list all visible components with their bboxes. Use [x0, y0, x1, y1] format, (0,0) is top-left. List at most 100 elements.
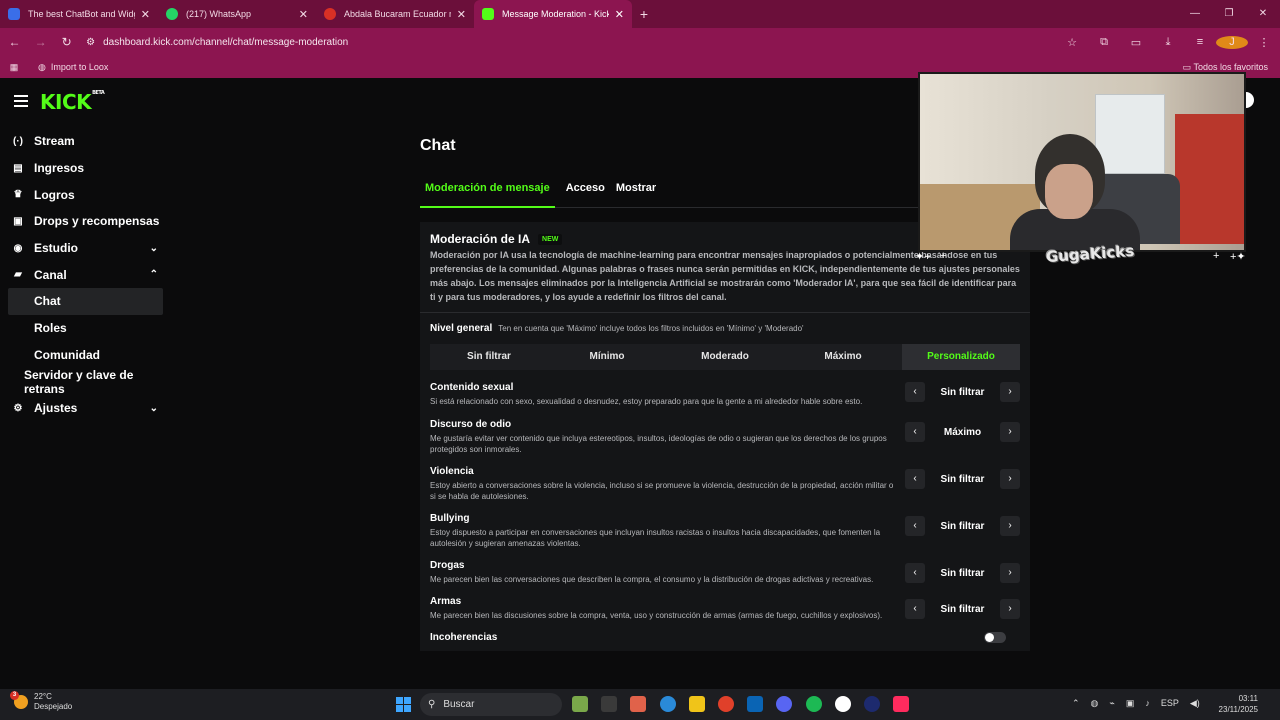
chevron-right-icon[interactable]: ›: [1000, 599, 1020, 619]
sidebar-item-logros[interactable]: ♛ Logros: [0, 181, 170, 208]
level-stepper: ‹ Sin filtrar ›: [905, 469, 1020, 489]
cast-icon[interactable]: ▭: [1120, 36, 1152, 49]
all-bookmarks-link[interactable]: ▭ Todos los favoritos: [1183, 62, 1268, 73]
chevron-right-icon[interactable]: ›: [1000, 516, 1020, 536]
restore-button[interactable]: ❐: [1212, 0, 1246, 28]
browser-tab-chatbot[interactable]: The best ChatBot and Widgets ✕: [0, 0, 158, 28]
chevron-right-icon[interactable]: ›: [1000, 469, 1020, 489]
chevron-up-icon[interactable]: ⌃: [1072, 698, 1080, 709]
level-minimo[interactable]: Mínimo: [548, 344, 666, 370]
tray-app-icon[interactable]: ▣: [1126, 698, 1135, 709]
close-icon[interactable]: ✕: [615, 8, 624, 21]
chevron-left-icon[interactable]: ‹: [905, 599, 925, 619]
level-sin-filtrar[interactable]: Sin filtrar: [430, 344, 548, 370]
app-icon[interactable]: [834, 696, 851, 712]
chevron-left-icon[interactable]: ‹: [905, 469, 925, 489]
clock[interactable]: 03:11 23/11/2025: [1219, 693, 1258, 715]
close-icon[interactable]: ✕: [299, 8, 308, 21]
apps-grid-icon[interactable]: ▦: [0, 62, 28, 73]
tiktok-icon[interactable]: [893, 696, 910, 712]
windows-start-icon[interactable]: [396, 697, 411, 712]
tab-mostrar[interactable]: Mostrar: [616, 180, 656, 208]
level-moderado[interactable]: Moderado: [666, 344, 784, 370]
chevron-left-icon[interactable]: ‹: [905, 422, 925, 442]
window-controls: — ❐ ✕: [1178, 0, 1280, 28]
media-icon[interactable]: ≡: [1184, 36, 1216, 49]
download-icon[interactable]: ⤓: [1152, 36, 1184, 49]
sidebar-item-comunidad[interactable]: Comunidad: [0, 342, 170, 369]
app-icon[interactable]: [601, 696, 618, 712]
chevron-right-icon[interactable]: ›: [1000, 382, 1020, 402]
chevron-right-icon[interactable]: ›: [1000, 563, 1020, 583]
weather-widget[interactable]: 3 22°C Despejado: [10, 691, 72, 712]
sidebar-item-estudio[interactable]: ◉ Estudio ⌄: [0, 235, 170, 262]
whatsapp-favicon-icon: [166, 8, 178, 20]
discord-icon[interactable]: [776, 696, 793, 712]
tab-moderacion[interactable]: Moderación de mensaje: [420, 180, 555, 208]
language-indicator[interactable]: ESP: [1161, 698, 1179, 709]
chevron-up-icon: ⌃: [149, 269, 158, 281]
search-icon: ⚲: [428, 699, 436, 710]
profile-avatar[interactable]: J: [1216, 35, 1248, 49]
forward-arrow-icon[interactable]: →: [29, 35, 52, 49]
site-info-icon[interactable]: ⚙: [86, 37, 95, 48]
new-tab-button[interactable]: +: [632, 6, 656, 22]
chrome-icon[interactable]: [717, 696, 734, 712]
level-stepper: ‹ Máximo ›: [905, 422, 1020, 442]
sidebar-item-ajustes[interactable]: ⚙ Ajustes ⌄: [0, 395, 170, 422]
edge-icon[interactable]: [659, 696, 676, 712]
revenue-icon: ▤: [13, 162, 23, 174]
url-field[interactable]: ⚙ dashboard.kick.com/channel/chat/messag…: [86, 31, 1056, 53]
browser-toolbar: ☆ ⧉ ▭ ⤓ ≡ J ⋮: [1056, 35, 1280, 49]
hamburger-menu-icon[interactable]: [14, 95, 28, 107]
app-icon[interactable]: [747, 696, 764, 712]
browser-tab-whatsapp[interactable]: (217) WhatsApp ✕: [158, 0, 316, 28]
spotify-icon[interactable]: [805, 696, 822, 712]
speaker-icon[interactable]: ◀): [1190, 698, 1200, 709]
chevron-down-icon: ⌄: [149, 242, 158, 254]
broadcast-icon: (·): [13, 135, 23, 147]
microphone-icon[interactable]: ♪: [1145, 698, 1150, 709]
chevron-left-icon[interactable]: ‹: [905, 563, 925, 583]
browser-tab-youtube[interactable]: Abdala Bucaram Ecuador me q ✕: [316, 0, 474, 28]
reload-icon[interactable]: ↻: [55, 35, 78, 49]
incoherencias-toggle[interactable]: [984, 632, 1006, 643]
app-icon[interactable]: [572, 696, 588, 712]
close-icon[interactable]: ✕: [141, 8, 150, 21]
folder-icon[interactable]: [688, 696, 705, 712]
chevron-right-icon[interactable]: ›: [999, 422, 1020, 442]
level-maximo[interactable]: Máximo: [784, 344, 902, 370]
criterion-contenido-sexual: Contenido sexual Si está relacionado con…: [430, 382, 1020, 407]
tab-acceso[interactable]: Acceso: [566, 180, 605, 208]
browser-tab-kick[interactable]: Message Moderation - Kick Da ✕: [474, 0, 632, 28]
taskbar-search[interactable]: ⚲ Buscar: [420, 693, 562, 716]
minimize-button[interactable]: —: [1178, 0, 1212, 28]
menu-kebab-icon[interactable]: ⋮: [1248, 36, 1280, 49]
sidebar-item-drops[interactable]: ▣ Drops y recompensas: [0, 208, 170, 235]
sidebar-item-canal[interactable]: ▰ Canal ⌃: [0, 261, 170, 288]
level-selector: Sin filtrar Mínimo Moderado Máximo Perso…: [430, 344, 1020, 370]
tray-app-icon[interactable]: ◍: [1091, 698, 1099, 709]
level-personalizado[interactable]: Personalizado: [902, 344, 1020, 370]
level-stepper: ‹ Sin filtrar ›: [905, 599, 1020, 619]
back-arrow-icon[interactable]: ←: [3, 35, 26, 49]
kick-favicon-icon: [482, 8, 494, 20]
window-close-button[interactable]: ✕: [1246, 0, 1280, 28]
kick-logo[interactable]: KICKBETA: [40, 90, 105, 114]
sidebar-item-roles[interactable]: Roles: [0, 315, 170, 342]
extensions-icon[interactable]: ⧉: [1088, 36, 1120, 49]
trophy-icon: ♛: [13, 189, 23, 201]
chevron-left-icon[interactable]: ‹: [905, 516, 925, 536]
close-icon[interactable]: ✕: [457, 8, 466, 21]
bookmark-star-icon[interactable]: ☆: [1056, 36, 1088, 49]
sidebar-item-stream[interactable]: (·) Stream: [0, 128, 170, 155]
chevron-left-icon[interactable]: ‹: [905, 382, 925, 402]
app-icon[interactable]: [863, 696, 880, 712]
sidebar-item-servidor[interactable]: Servidor y clave de retrans: [0, 368, 170, 396]
network-icon[interactable]: ⌁: [1109, 698, 1114, 709]
sidebar-item-chat[interactable]: Chat: [8, 288, 163, 315]
bookmark-import-loox[interactable]: ◍ Import to Loox: [38, 62, 108, 73]
sidebar-item-ingresos[interactable]: ▤ Ingresos: [0, 155, 170, 182]
app-icon[interactable]: [630, 696, 647, 712]
criterion-incoherencias: Incoherencias: [430, 632, 1020, 643]
